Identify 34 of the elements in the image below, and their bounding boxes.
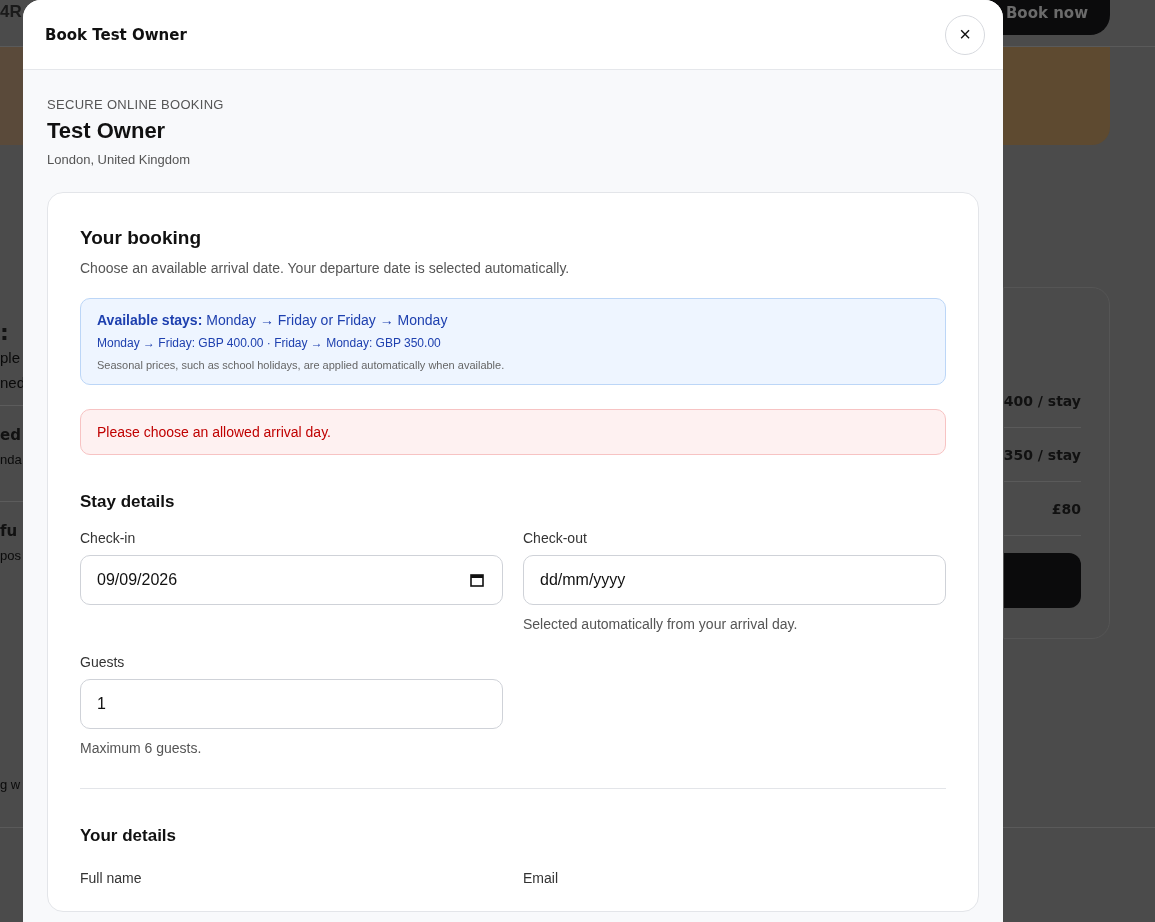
price-text: 350 / stay [1003, 446, 1081, 463]
field-label: Guests [80, 654, 126, 670]
field-label: Email [523, 870, 559, 886]
section-title: Your booking [80, 227, 203, 249]
price-text: 400 / stay [1003, 392, 1081, 409]
field-label: Check-in [80, 530, 137, 546]
field-label: Check-out [523, 530, 588, 546]
section-title: Stay details [80, 492, 176, 512]
owner-name: Test Owner [47, 118, 167, 144]
note-text: Seasonal prices, such as school holidays, are applied automatically when available. [97, 359, 506, 371]
description-text: Choose an available arrival date. Your departure date is selected automatically. [80, 260, 571, 276]
section-text: pos [0, 548, 22, 563]
help-text: Maximum 6 guests. [80, 740, 203, 756]
field-label: Full name [80, 870, 143, 886]
available-stays-text: Available stays: Monday → Friday or Friday → Monday [97, 312, 449, 328]
dialog-title: Book Test Owner [45, 25, 187, 44]
input-field[interactable]: 1 [80, 679, 503, 729]
date-field[interactable]: 09/09/2026 [80, 555, 503, 605]
calendar-icon[interactable] [470, 573, 484, 587]
input-field[interactable]: dd/mm/yyyy [523, 555, 946, 605]
eyebrow-text: SECURE ONLINE BOOKING [47, 97, 225, 112]
section-title: ed [0, 426, 22, 444]
section-title: Your details [80, 826, 178, 846]
location-text: London, United Kingdom [47, 152, 192, 167]
error-alert: Please choose an allowed arrival day. [80, 409, 946, 455]
footer-text: g w [0, 777, 22, 792]
section-heading: : [0, 320, 10, 345]
prices-text: Monday → Friday: GBP 400.00 · Friday → Monday: GBP 350.00 [97, 336, 442, 350]
close-button[interactable]: × [945, 14, 985, 55]
price-text: £80 [1051, 500, 1081, 517]
section-text: nda [0, 452, 23, 467]
section-title: fu [0, 522, 19, 540]
help-text: Selected automatically from your arrival day. [523, 616, 799, 632]
description-text: ple [0, 348, 22, 368]
